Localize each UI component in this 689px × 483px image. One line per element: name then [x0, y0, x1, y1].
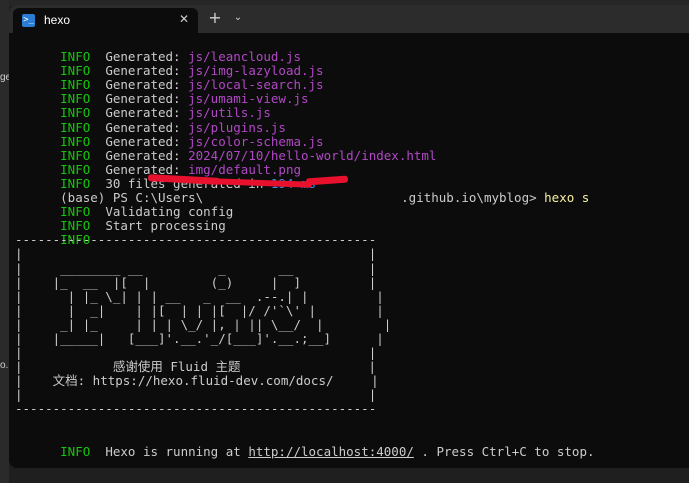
localhost-link[interactable]: http://localhost:4000/	[248, 444, 414, 459]
log-label: Generated:	[90, 147, 189, 163]
prompt-line: (base) PS C:\Users\ .github.io\myblog> he…	[15, 174, 689, 205]
generated-file: js/utils.js	[188, 105, 271, 121]
redaction-mark	[305, 175, 349, 186]
background-window-edge: ge o.i	[0, 0, 11, 483]
generated-file: js/img-lazyload.js	[188, 63, 324, 79]
log-text: Start processing	[90, 218, 226, 234]
log-prefix: INFO	[60, 105, 91, 121]
fluid-banner: ----------------------------------------…	[15, 232, 392, 417]
chevron-down-icon[interactable]: ⌄	[229, 8, 247, 28]
log-prefix: INFO	[60, 119, 91, 135]
log-prefix: INFO	[60, 133, 91, 149]
command-text: hexo s	[544, 190, 590, 206]
tab-hexo[interactable]: >_ hexo ✕	[13, 8, 198, 33]
tab-title: hexo	[44, 13, 71, 27]
log-label: Generated:	[90, 91, 189, 107]
log-text: Validating config	[90, 204, 234, 220]
log-prefix: INFO	[60, 443, 91, 459]
generated-file: js/color-schema.js	[188, 133, 324, 149]
title-bar[interactable]: >_ hexo ✕ + ⌄	[9, 5, 689, 33]
stop-hint: . Press Ctrl+C to stop.	[413, 443, 595, 459]
log-prefix: INFO	[60, 218, 91, 234]
running-text: Hexo is running at	[90, 443, 249, 459]
log-prefix: INFO	[60, 63, 91, 79]
log-label: Generated:	[90, 63, 189, 79]
close-tab-icon[interactable]: ✕	[176, 11, 192, 27]
powershell-icon: >_	[22, 14, 35, 27]
prompt-path: .github.io\myblog>	[401, 190, 545, 206]
log-label: Generated:	[90, 133, 189, 149]
log-prefix: INFO	[60, 204, 91, 220]
terminal-window: >_ hexo ✕ + ⌄ INFO Generated: js/leanclo…	[9, 5, 689, 468]
server-running-line: INFO Hexo is running at http://localhost…	[15, 431, 689, 458]
log-prefix: INFO	[60, 91, 91, 107]
generated-file: js/umami-view.js	[188, 91, 309, 107]
generated-file: js/plugins.js	[188, 119, 286, 135]
log-label: Generated:	[90, 105, 189, 121]
prompt-prefix: (base) PS C:\Users\	[60, 190, 204, 206]
new-tab-button[interactable]: +	[205, 8, 225, 28]
log-prefix: INFO	[60, 161, 91, 177]
log-prefix: INFO	[60, 49, 91, 65]
generated-file: js/leancloud.js	[188, 49, 301, 65]
redaction-mark	[211, 178, 313, 188]
log-label: Generated:	[90, 119, 189, 135]
log-line: INFO Generated: js/leancloud.js	[15, 36, 689, 64]
log-prefix: INFO	[60, 147, 91, 163]
terminal-output[interactable]: INFO Generated: js/leancloud.js INFO Gen…	[15, 36, 689, 468]
generated-file: img/default.png	[188, 161, 301, 177]
log-prefix: INFO	[60, 77, 91, 93]
generated-file: 2024/07/10/hello-world/index.html	[188, 147, 437, 163]
log-label: Generated:	[90, 77, 189, 93]
generated-file: js/local-search.js	[188, 77, 324, 93]
log-label: Generated:	[90, 49, 189, 65]
